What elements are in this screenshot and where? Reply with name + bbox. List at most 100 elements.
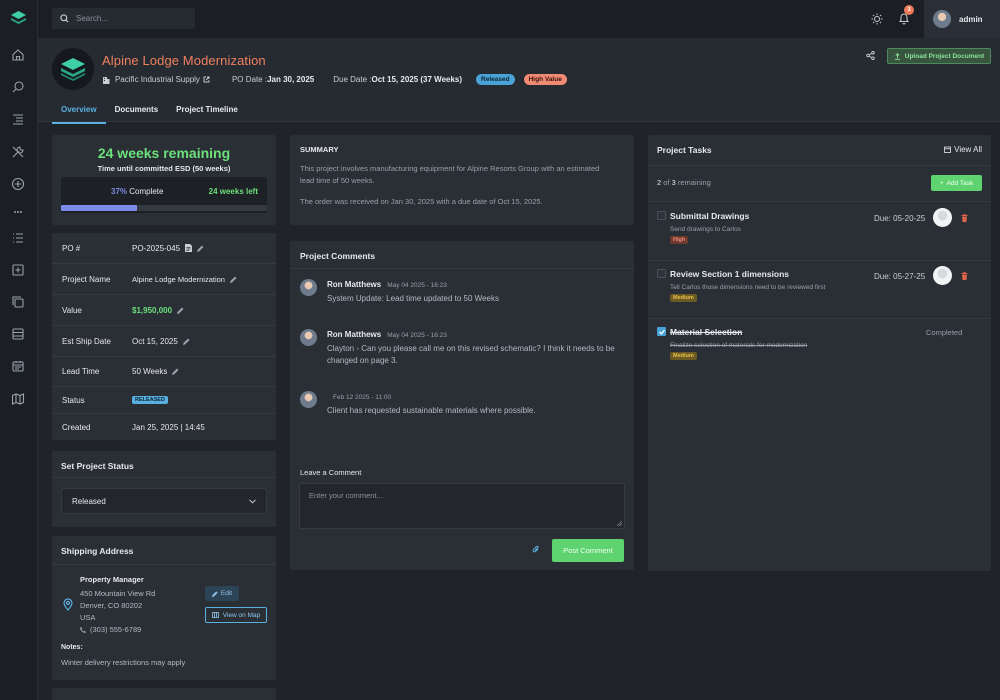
comment-text: System Update: Lead time updated to 50 W… (327, 294, 499, 303)
progress-fill (61, 205, 138, 211)
tools-icon[interactable] (11, 145, 25, 159)
comment-author: Ron Matthews (327, 280, 382, 289)
comment-date: May 04 2025 - 16:23 (387, 332, 447, 339)
app-logo-icon[interactable] (10, 10, 27, 27)
tab-bar: Overview Documents Project Timeline (52, 101, 247, 124)
search-input[interactable]: Search... (52, 8, 195, 29)
task-due-date: Due: 05-27-25 (874, 272, 926, 281)
comment-author: Ron Matthews (327, 330, 382, 339)
add-circle-icon[interactable] (11, 177, 25, 191)
comment-body: Feb 12 2025 - 11:00 Client has requested… (327, 392, 617, 417)
add-square-icon[interactable] (11, 263, 25, 277)
theme-toggle-icon[interactable] (871, 13, 883, 25)
po-date: Jan 30, 2025 (267, 75, 315, 84)
comment-textarea[interactable]: Enter your comment... (299, 483, 625, 529)
project-name-value: Alpine Lodge Modernization (132, 274, 225, 284)
shipping-line1: 450 Mountain View Rd (80, 589, 156, 598)
task-checkbox[interactable] (657, 211, 666, 220)
detail-value: Jan 25, 2025 | 14:45 (132, 423, 205, 432)
tab-overview[interactable]: Overview (52, 101, 106, 124)
view-all-link[interactable]: View All (944, 145, 982, 154)
detail-value: PO-2025-045 (132, 244, 204, 253)
edit-pencil-icon[interactable] (182, 338, 190, 345)
delete-task-icon[interactable] (961, 214, 968, 222)
priority-badge: Medium (670, 352, 697, 360)
edit-pencil-icon[interactable] (177, 307, 184, 314)
checklist-icon[interactable] (11, 231, 25, 245)
assignee-avatar[interactable] (933, 208, 952, 227)
detail-label: Project Name (62, 274, 111, 284)
post-comment-button[interactable]: Post Comment (552, 539, 624, 562)
project-meta: Pacific Industrial Supply PO Date : Jan … (102, 74, 567, 85)
building-icon (102, 76, 110, 84)
company-name[interactable]: Pacific Industrial Supply (115, 75, 200, 84)
due-date-label: Due Date : (333, 75, 372, 84)
attach-icon[interactable] (532, 545, 540, 554)
avatar (300, 279, 317, 296)
po-number: PO-2025-045 (132, 243, 181, 253)
map-icon[interactable] (11, 392, 25, 406)
shipping-phone-row: (303) 555-6789 (80, 625, 141, 634)
edit-address-button[interactable]: Edit (205, 586, 239, 601)
edit-pencil-icon[interactable] (229, 276, 237, 283)
list-indent-icon[interactable] (11, 112, 25, 126)
est-ship-date-value: Oct 15, 2025 (132, 336, 178, 346)
comment-text: Clayton - Can you please call me on this… (327, 344, 615, 365)
database-icon[interactable] (11, 327, 25, 341)
add-task-button[interactable]: + Add Task (931, 175, 982, 191)
detail-value: Alpine Lodge Modernization (132, 275, 237, 284)
external-link-icon[interactable] (203, 76, 210, 83)
comment-body: Ron Matthews May 04 2025 - 16:23 Clayton … (327, 330, 627, 367)
comment-text: Client has requested sustainable materia… (327, 406, 536, 415)
task-subtitle: Send drawings to Carlos (670, 226, 741, 233)
task-item: Material Selection Finalize selection of… (648, 318, 991, 368)
chevron-down-icon (249, 498, 256, 504)
status-select[interactable]: Released (61, 488, 267, 514)
edit-address-label: Edit (220, 590, 233, 597)
topbar: Search... 3 admin (38, 0, 1000, 38)
priority-badge: Medium (670, 294, 697, 302)
detail-label: PO # (62, 243, 81, 253)
search-icon[interactable] (11, 80, 25, 94)
assignee-avatar[interactable] (933, 266, 952, 285)
task-checkbox[interactable] (657, 327, 666, 336)
more-icon[interactable] (11, 205, 25, 219)
weeks-left-text: 24 weeks left (209, 187, 258, 196)
calendar-icon[interactable] (11, 359, 25, 373)
detail-row-est-ship-date: Est Ship Date Oct 15, 2025 (52, 325, 276, 356)
share-icon[interactable] (866, 51, 875, 60)
tab-documents[interactable]: Documents (106, 101, 168, 124)
weeks-left-label: weeks left (217, 187, 258, 196)
progress-box: 37% Complete 24 weeks left (61, 177, 267, 213)
task-checkbox[interactable] (657, 269, 666, 278)
detail-label: Created (62, 422, 91, 432)
detail-row-po: PO # PO-2025-045 (52, 233, 276, 263)
username: admin (959, 14, 983, 24)
resize-handle-icon[interactable] (616, 520, 622, 526)
set-status-title: Set Project Status (61, 461, 134, 471)
home-icon[interactable] (11, 48, 25, 62)
upload-document-button[interactable]: Upload Project Document (887, 48, 991, 64)
map-icon (211, 612, 219, 618)
tab-project-timeline[interactable]: Project Timeline (167, 101, 247, 124)
search-placeholder: Search... (76, 14, 109, 23)
delete-task-icon[interactable] (961, 272, 968, 280)
detail-value: RELEASED (132, 396, 168, 404)
detail-label: Status (62, 395, 85, 405)
user-menu[interactable]: admin (924, 0, 1000, 38)
countdown-card: 24 weeks remaining Time until committed … (52, 135, 276, 225)
countdown-subtitle: Time until committed ESD (50 weeks) (97, 164, 231, 173)
task-status: Completed (926, 328, 963, 337)
plus-icon: + (939, 179, 944, 187)
comment-date: Feb 12 2025 - 11:00 (333, 394, 392, 401)
edit-pencil-icon[interactable] (172, 368, 179, 375)
calendar-small-icon (944, 146, 952, 153)
summary-card: SUMMARY This project involves manufactur… (290, 135, 634, 225)
edit-pencil-icon[interactable] (197, 245, 204, 252)
view-all-label: View All (954, 145, 982, 154)
document-icon[interactable] (185, 244, 193, 252)
summary-paragraph-2: The order was received on Jan 30, 2025 w… (300, 197, 543, 206)
view-on-map-button[interactable]: View on Map (205, 607, 267, 623)
shipping-contact: Property Manager (80, 575, 144, 584)
copy-icon[interactable] (11, 295, 25, 309)
